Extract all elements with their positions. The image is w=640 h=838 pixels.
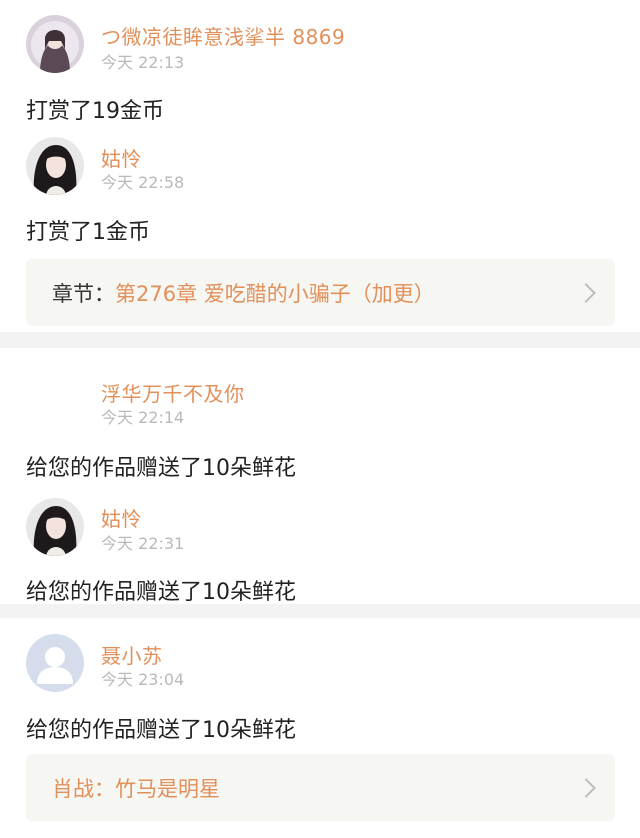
message-text: 给您的作品赠送了10朵鲜花 <box>26 718 296 743</box>
section-divider <box>0 604 640 618</box>
message-text: 打赏了19金币 <box>26 99 164 124</box>
chapter-link[interactable]: 肖战： 竹马是明星 <box>26 754 615 821</box>
chapter-label: 肖战： <box>52 776 115 801</box>
girl-avatar-icon[interactable] <box>26 15 84 73</box>
chapter-label: 章节： <box>52 281 115 306</box>
reward-card: つ微凉徒眸意浅挲半 8869 今天 22:13 打赏了19金币 姑怜 今天 22… <box>0 0 640 332</box>
chevron-right-icon <box>576 777 596 798</box>
message-time: 今天 22:14 <box>101 408 185 427</box>
message-time: 今天 22:58 <box>101 173 185 192</box>
user-name[interactable]: 聂小苏 <box>101 640 163 669</box>
chapter-title: 竹马是明星 <box>115 776 220 801</box>
message-time: 今天 22:13 <box>101 53 185 72</box>
chevron-right-icon <box>576 282 596 303</box>
reward-card: 聂小苏 今天 23:04 给您的作品赠送了10朵鲜花 肖战： 竹马是明星 <box>0 618 640 838</box>
default-avatar-icon[interactable] <box>26 634 84 692</box>
section-divider <box>0 332 640 348</box>
user-name[interactable]: つ微凉徒眸意浅挲半 8869 <box>101 21 345 50</box>
user-name[interactable]: 姑怜 <box>101 143 142 172</box>
message-text: 给您的作品赠送了10朵鲜花 <box>26 580 296 605</box>
message-text: 给您的作品赠送了10朵鲜花 <box>26 456 296 481</box>
user-name[interactable]: 浮华万千不及你 <box>101 378 245 407</box>
dark-hair-avatar-icon[interactable] <box>26 498 84 556</box>
user-name[interactable]: 姑怜 <box>101 503 142 532</box>
reward-card: 浮华万千不及你 今天 22:14 给您的作品赠送了10朵鲜花 姑怜 今天 22:… <box>0 348 640 605</box>
message-time: 今天 22:31 <box>101 534 185 553</box>
chapter-link[interactable]: 章节： 第276章 爱吃醋的小骗子（加更） <box>26 259 615 326</box>
chapter-title: 第276章 爱吃醋的小骗子（加更） <box>115 281 435 306</box>
dark-hair-avatar-icon[interactable] <box>26 137 84 195</box>
message-text: 打赏了1金币 <box>26 220 150 245</box>
message-time: 今天 23:04 <box>101 670 185 689</box>
